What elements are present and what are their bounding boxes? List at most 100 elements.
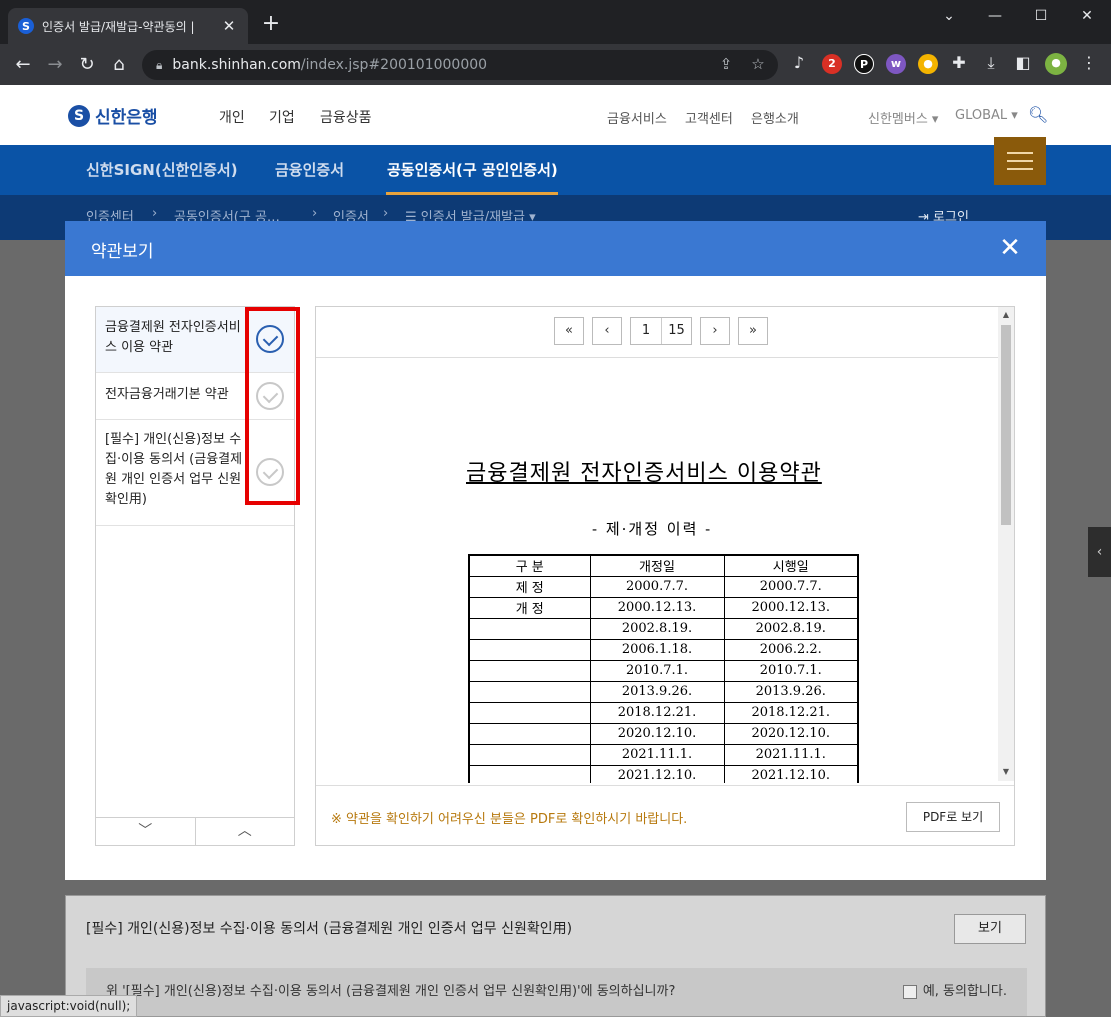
table-cell: 2018.12.21. (723, 702, 858, 724)
back-icon[interactable]: ← (10, 52, 36, 78)
table-cell (469, 618, 590, 640)
hamburger-menu-icon[interactable] (994, 137, 1046, 185)
table-row: 2020.12.10. 2020.12.10. (469, 723, 858, 745)
maximize-icon[interactable]: ☐ (1021, 4, 1061, 28)
table-cell: 2020.12.10. (723, 723, 858, 745)
extension-color-icon[interactable]: ● (918, 54, 938, 74)
col-header: 시행일 (723, 555, 858, 577)
list-up-icon[interactable]: ︿ (194, 818, 295, 845)
table-cell: 2013.9.26. (589, 681, 724, 703)
extensions-puzzle-icon[interactable]: ✚ (948, 53, 970, 72)
table-row: 2002.8.19. 2002.8.19. (469, 618, 858, 640)
table-row: 2021.11.1. 2021.11.1. (469, 744, 858, 766)
extension-p-icon[interactable]: P (854, 54, 874, 74)
viewer-scrollbar[interactable]: ▲ ▼ (998, 307, 1014, 781)
share-icon[interactable]: ⇪ (716, 55, 736, 73)
address-bar[interactable]: 🔒︎ bank.shinhan.com /index.jsp#200101000… (142, 50, 778, 80)
logo-text: 신한은행 (95, 108, 158, 128)
extension-w-icon[interactable]: w (886, 54, 906, 74)
nav-members[interactable]: 신한멤버스 ▾ (868, 108, 938, 127)
table-cell: 2006.1.18. (589, 639, 724, 661)
scroll-up-icon[interactable]: ▲ (1001, 310, 1011, 319)
table-row: 2006.1.18. 2006.2.2. (469, 639, 858, 661)
breadcrumb-sep: › (383, 206, 389, 221)
term-label: 금융결제원 전자인증서비스 이용 약관 (105, 320, 241, 355)
pdf-view-button[interactable]: PDF로 보기 (906, 802, 1000, 832)
terms-document: 금융결제원 전자인증서비스 이용약관 - 제·개정 이력 - 구 분 개정일 시… (316, 358, 998, 783)
table-cell (469, 660, 590, 682)
browser-menu-icon[interactable]: ⋮ (1078, 53, 1100, 72)
nav-financial-services[interactable]: 금융서비스 (607, 108, 667, 127)
table-cell: 2000.12.13. (723, 597, 858, 619)
next-page-button[interactable]: › (700, 317, 730, 345)
table-cell: 제 정 (469, 576, 590, 598)
global-nav: S 신한은행 개인 기업 금융상품 금융서비스 고객센터 은행소개 신한멤버스 … (0, 85, 1111, 145)
last-page-button[interactable]: » (738, 317, 768, 345)
table-row: 2010.7.1. 2010.7.1. (469, 660, 858, 682)
tab-financial-cert[interactable]: 금융인증서 (275, 159, 344, 180)
minimize-icon[interactable]: — (975, 4, 1015, 28)
tab-search-icon[interactable]: ⌄ (929, 4, 969, 28)
consent-view-button[interactable]: 보기 (954, 914, 1026, 944)
nav-personal[interactable]: 개인 (219, 107, 245, 127)
revision-table: 구 분 개정일 시행일 제 정 2000.7.7. 2000.7.7. 개 정 2000… (468, 554, 859, 783)
table-cell: 2002.8.19. (589, 618, 724, 640)
list-down-icon[interactable]: ﹀ (96, 818, 195, 845)
agree-label: 예, 동의합니다. (922, 984, 1007, 999)
scroll-thumb[interactable] (1001, 325, 1011, 525)
reload-icon[interactable]: ↻ (74, 52, 100, 78)
window-close-icon[interactable]: ✕ (1067, 4, 1107, 28)
browser-tab[interactable]: S 인증서 발급/재발급-약관동의 | ✕ (8, 8, 248, 44)
breadcrumb-sep: › (152, 206, 158, 221)
tab-title: 인증서 발급/재발급-약관동의 | (42, 19, 195, 34)
new-tab-icon[interactable]: + (258, 12, 284, 36)
total-pages: 15 (661, 318, 691, 344)
extension-badge-icon[interactable]: 2 (822, 54, 842, 74)
nav-products[interactable]: 금융상품 (320, 107, 372, 127)
table-cell: 2000.7.7. (723, 576, 858, 598)
nav-corporate[interactable]: 기업 (269, 107, 295, 127)
table-cell: 2021.11.1. (723, 744, 858, 766)
table-cell: 2002.8.19. (723, 618, 858, 640)
shinhan-logo[interactable]: S 신한은행 (68, 103, 158, 128)
col-header: 개정일 (589, 555, 724, 577)
search-icon[interactable]: 🔍︎ (1028, 105, 1048, 124)
nav-customer-center[interactable]: 고객센터 (685, 108, 733, 127)
tab-shinhan-sign[interactable]: 신한SIGN(신한인증서) (86, 159, 238, 180)
term-label: 전자금융거래기본 약관 (105, 387, 229, 402)
table-cell: 2018.12.21. (589, 702, 724, 724)
forward-icon[interactable]: → (42, 52, 68, 78)
table-cell (469, 744, 590, 766)
nav-about-bank[interactable]: 은행소개 (751, 108, 799, 127)
status-bar: javascript:void(null); (0, 995, 138, 1017)
profile-avatar-icon[interactable]: ● (1045, 53, 1067, 75)
col-header: 구 분 (469, 555, 590, 577)
consent-question: 위 '[필수] 개인(신용)정보 수집·이용 동의서 (금융결제원 개인 인증서… (86, 968, 1027, 1016)
page-indicator: 1 15 (630, 317, 692, 345)
consent-question-text: 위 '[필수] 개인(신용)정보 수집·이용 동의서 (금융결제원 개인 인증서… (106, 984, 676, 999)
first-page-button[interactable]: « (554, 317, 584, 345)
scroll-down-icon[interactable]: ▼ (1001, 767, 1011, 776)
table-row: 제 정 2000.7.7. 2000.7.7. (469, 576, 858, 598)
agree-checkbox[interactable]: 예, 동의합니다. (902, 968, 1007, 1016)
download-icon[interactable]: ⤓ (980, 53, 1002, 73)
modal-close-icon[interactable]: ✕ (995, 233, 1025, 263)
prev-page-button[interactable]: ‹ (592, 317, 622, 345)
table-cell: 2000.7.7. (589, 576, 724, 598)
table-row: 개 정 2000.12.13. 2000.12.13. (469, 597, 858, 619)
side-panel-icon[interactable]: ◧ (1012, 53, 1034, 72)
url-host: bank.shinhan.com (172, 57, 301, 73)
home-icon[interactable]: ⌂ (106, 52, 132, 78)
shinhan-favicon-icon: S (18, 18, 34, 34)
table-row: 2013.9.26. 2013.9.26. (469, 681, 858, 703)
side-panel-toggle-icon[interactable]: ‹ (1088, 527, 1111, 577)
viewer-footer: ※ 약관을 확인하기 어려우신 분들은 PDF로 확인하시기 바랍니다. PDF… (316, 785, 1014, 845)
tab-joint-cert[interactable]: 공동인증서(구 공인인증서) (387, 159, 558, 180)
speaker-icon[interactable]: ♪ (788, 53, 810, 72)
breadcrumb-sep: › (312, 206, 318, 221)
table-cell: 2000.12.13. (589, 597, 724, 619)
checkbox-icon (902, 985, 917, 999)
bookmark-star-icon[interactable]: ☆ (748, 55, 768, 73)
tab-close-icon[interactable]: ✕ (220, 17, 238, 35)
nav-global[interactable]: GLOBAL ▾ (955, 108, 1018, 123)
